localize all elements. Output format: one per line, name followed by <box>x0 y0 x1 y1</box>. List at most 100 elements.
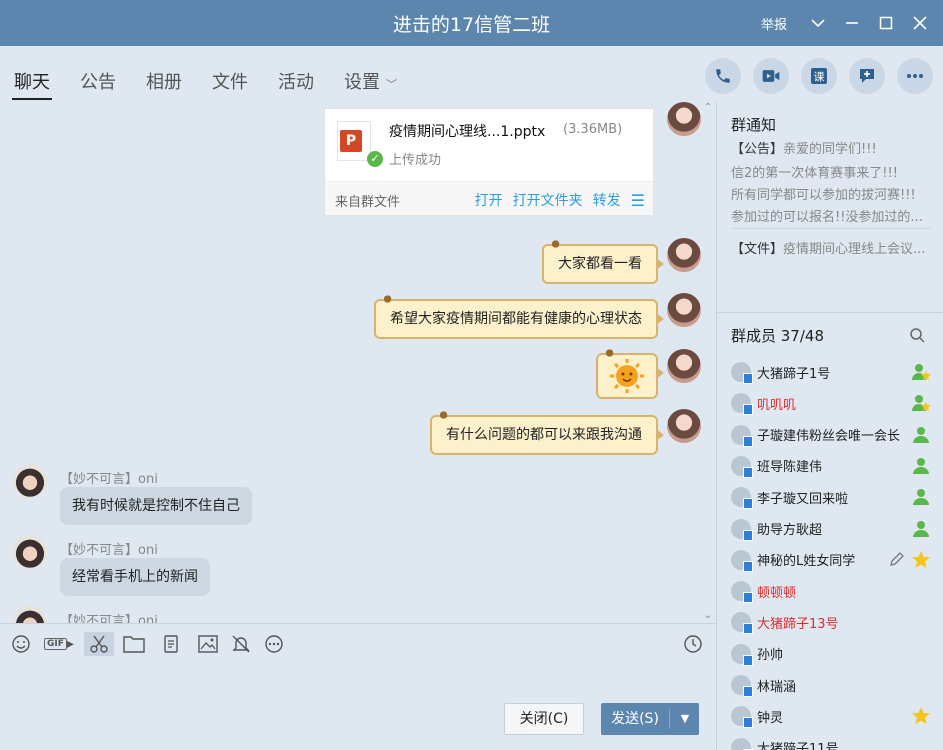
video-call-icon[interactable] <box>753 58 789 94</box>
folder-icon[interactable] <box>121 632 147 656</box>
tab-label: 设置 <box>344 72 380 93</box>
group-members-panel: 群成员 37/48 大猪蹄子1号 叽叽叽 子璇建伟粉丝会唯一会长 班导陈建伟 李子璇又回… <box>717 313 943 750</box>
member-item[interactable]: 林瑞涵 <box>731 673 931 697</box>
tab-activity[interactable]: 活动 <box>278 46 314 102</box>
message-bubble[interactable]: 我有时候就是控制不住自己 <box>60 487 252 525</box>
member-name: 神秘的L姓女同学 <box>757 554 856 570</box>
edit-icon[interactable] <box>889 551 905 571</box>
tab-bar: 聊天 公告 相册 文件 活动 设置 ﹀ 课 <box>0 46 943 102</box>
notice-line: 参加过的可以报名!!没参加过的... <box>731 210 923 225</box>
member-item[interactable]: 大猪蹄子1号 <box>731 360 931 384</box>
more-icon[interactable] <box>897 58 933 94</box>
upload-status: 上传成功 <box>389 153 442 168</box>
group-notice-panel[interactable]: 群通知 【公告】亲爱的同学们!!! 信2的第一次体育赛事来了!!! 所有同学都可… <box>717 102 943 312</box>
member-name: 大猪蹄子1号 <box>757 366 831 382</box>
search-icon[interactable] <box>909 327 925 347</box>
header-actions: 课 <box>693 58 933 94</box>
member-avatar <box>731 643 753 666</box>
lesson-icon[interactable]: 课 <box>801 58 837 94</box>
member-avatar <box>731 487 753 510</box>
chat-messages[interactable]: ⌃ P ✓ 疫情期间心理线...1.pptx (3.36MB) 上传成功 来自群… <box>0 102 716 623</box>
file-card-footer: 来自群文件 打开 打开文件夹 转发 ☰ <box>325 181 653 215</box>
notice-line: 所有同学都可以参加的拔河赛!!! <box>731 188 916 203</box>
member-item[interactable]: 李子璇又回来啦 <box>731 485 931 510</box>
message-bubble[interactable]: 有什么问题的都可以来跟我沟通 <box>430 409 664 455</box>
member-item[interactable]: 神秘的L姓女同学 <box>731 548 931 572</box>
notice-line: 信2的第一次体育赛事来了!!! <box>731 166 898 181</box>
member-item[interactable]: 钟灵 <box>731 704 931 729</box>
avatar[interactable] <box>667 293 701 327</box>
bell-off-icon[interactable] <box>228 632 254 656</box>
member-item[interactable]: 子璇建伟粉丝会唯一会长 <box>731 423 931 447</box>
report-button[interactable]: 举报 <box>761 14 787 33</box>
avatar[interactable] <box>667 102 701 136</box>
close-button[interactable]: 关闭(C) <box>504 703 584 735</box>
smile-icon[interactable] <box>8 632 34 656</box>
member-name: 子璇建伟粉丝会唯一会长 <box>757 429 901 445</box>
tab-album[interactable]: 相册 <box>146 46 182 102</box>
open-folder-link[interactable]: 打开文件夹 <box>513 190 583 210</box>
message-input[interactable]: 关闭(C) 发送(S) ▼ <box>0 663 716 750</box>
forward-link[interactable]: 转发 <box>593 190 621 210</box>
member-item[interactable]: 班导陈建伟 <box>731 454 931 478</box>
chevron-down-icon[interactable] <box>801 0 835 46</box>
minimize-icon[interactable] <box>835 0 869 46</box>
notice-tag: 【公告】 <box>731 142 784 157</box>
member-item[interactable]: 大猪蹄子13号 <box>731 610 931 635</box>
add-comment-icon[interactable] <box>849 58 885 94</box>
notice-file-line[interactable]: 【文件】疫情期间心理线上会议... <box>731 238 931 257</box>
scissors-icon[interactable] <box>84 632 114 656</box>
scroll-down-icon[interactable]: ⌄ <box>704 610 712 621</box>
sender-name: 【妙不可言】oni <box>60 543 158 558</box>
image-icon[interactable] <box>195 632 221 656</box>
member-name: 钟灵 <box>757 710 784 726</box>
member-item[interactable]: 大猪蹄子11号 <box>731 736 931 750</box>
message-bubble[interactable]: 大家都看一看 <box>542 238 664 284</box>
member-avatar <box>731 549 753 572</box>
send-label: 发送(S) <box>611 711 659 727</box>
more-circle-icon[interactable] <box>261 632 287 656</box>
phone-icon[interactable] <box>705 58 741 94</box>
sun-emoji-icon <box>610 359 644 393</box>
notice-text: 亲爱的同学们!!! <box>783 142 877 157</box>
file-size: (3.36MB) <box>563 122 623 137</box>
member-item[interactable]: 助导方耿超 <box>731 517 931 541</box>
avatar[interactable] <box>13 535 47 569</box>
avatar[interactable] <box>13 606 47 623</box>
member-name: 叽叽叽 <box>757 397 797 413</box>
notice-text: 疫情期间心理线上会议... <box>783 242 926 257</box>
maximize-icon[interactable] <box>869 0 903 46</box>
tab-announcement[interactable]: 公告 <box>80 46 116 102</box>
member-item[interactable]: 顿顿顿 <box>731 579 931 604</box>
message-bubble[interactable]: 希望大家疫情期间都能有健康的心理状态 <box>374 293 664 339</box>
menu-icon[interactable]: ☰ <box>631 191 645 210</box>
close-icon[interactable] <box>903 0 937 46</box>
message-bubble[interactable] <box>596 347 664 399</box>
send-button[interactable]: 发送(S) ▼ <box>601 703 699 735</box>
svg-text:课: 课 <box>814 71 825 84</box>
member-name: 李子璇又回来啦 <box>757 491 849 507</box>
file-message-card[interactable]: P ✓ 疫情期间心理线...1.pptx (3.36MB) 上传成功 来自群文件… <box>324 108 654 215</box>
tab-settings[interactable]: 设置 ﹀ <box>344 46 397 102</box>
member-item[interactable]: 孙帅 <box>731 642 931 666</box>
admin-icon <box>911 519 931 539</box>
tab-label: 文件 <box>212 72 248 93</box>
message-bubble[interactable]: 经常看手机上的新闻 <box>60 558 210 596</box>
avatar[interactable] <box>667 349 701 383</box>
shake-icon[interactable] <box>158 632 184 656</box>
chevron-down-icon[interactable]: ▼ <box>671 703 699 735</box>
avatar[interactable] <box>667 238 701 272</box>
avatar[interactable] <box>13 464 47 498</box>
tab-label: 聊天 <box>14 72 50 93</box>
window-controls: 举报 <box>761 0 937 46</box>
star-icon <box>911 550 931 570</box>
member-item[interactable]: 叽叽叽 <box>731 391 931 416</box>
tab-chat[interactable]: 聊天 <box>12 46 52 102</box>
avatar[interactable] <box>667 409 701 443</box>
tab-files[interactable]: 文件 <box>212 46 248 102</box>
open-file-link[interactable]: 打开 <box>475 190 503 210</box>
member-avatar <box>731 675 753 697</box>
gif-icon[interactable]: GIF ▸ <box>44 632 74 656</box>
scroll-up-icon[interactable]: ⌃ <box>704 102 712 113</box>
clock-icon[interactable] <box>680 632 706 656</box>
